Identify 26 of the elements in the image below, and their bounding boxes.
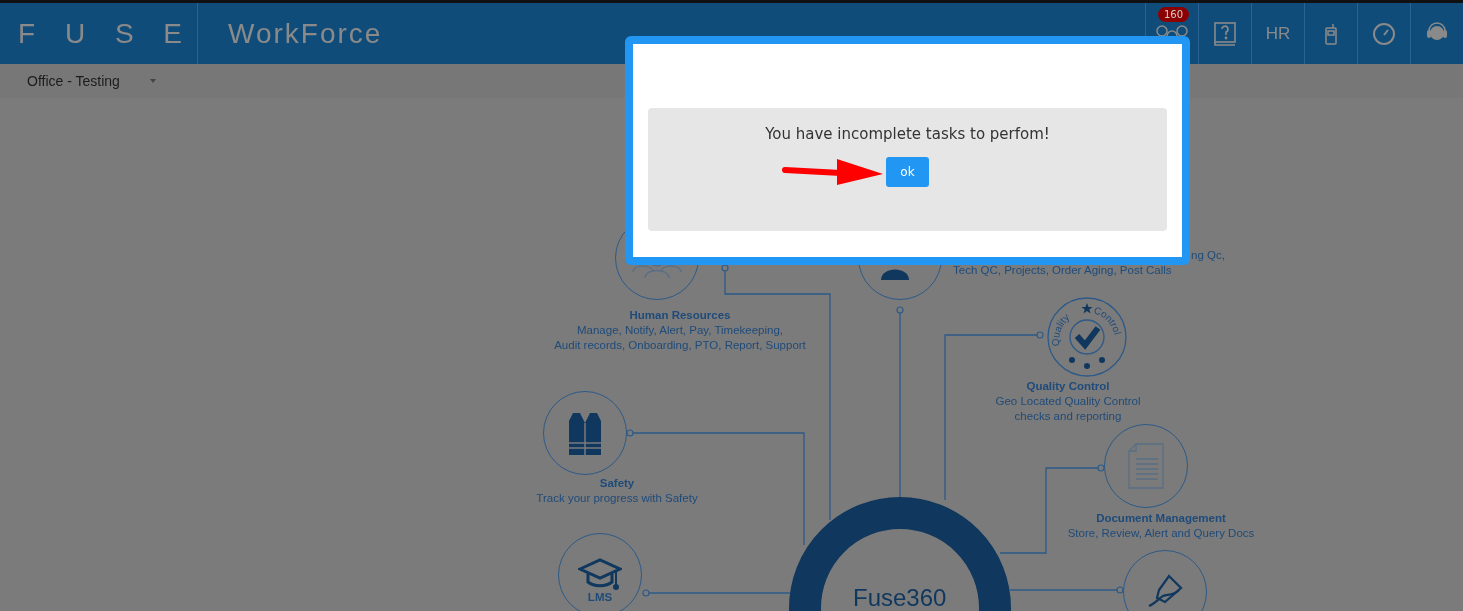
module-description: Track your progress with Safety <box>536 491 698 506</box>
phone-icon <box>1324 22 1338 45</box>
module-title: Document Management <box>1095 511 1227 526</box>
center-label: Fuse360 <box>853 584 947 611</box>
module-description: Manage, Notify, Alert, Pay, Timekeeping, <box>575 323 784 338</box>
dialog-message: You have incomplete tasks to perfom! <box>765 125 1050 143</box>
module-description: Store, Review, Alert and Query Docs <box>1067 526 1255 541</box>
module-title: Human Resources <box>628 308 732 323</box>
module-description: Geo Located Quality Control <box>995 394 1141 409</box>
module-title: Quality Control <box>1025 379 1111 394</box>
gauge-icon <box>1372 21 1396 46</box>
document-icon <box>1128 443 1164 489</box>
graduation-cap-icon <box>578 557 622 593</box>
module-description: Tech QC, Projects, Order Aging, Post Calls <box>953 263 1173 278</box>
module-circle[interactable] <box>1123 550 1207 611</box>
office-dropdown[interactable]: Office - Testing <box>27 73 156 89</box>
app-name: WorkForce <box>228 17 383 50</box>
module-description: ng Qc, <box>1190 248 1225 263</box>
module-title: LMS <box>587 590 613 605</box>
module-description: checks and reporting <box>1013 409 1123 424</box>
caret-icon <box>149 79 156 83</box>
ok-button[interactable]: ok <box>886 157 929 187</box>
module-description: Audit records, Onboarding, PTO, Report, Support <box>554 338 806 353</box>
notification-badge: 160 <box>1158 7 1190 22</box>
module-title: Safety <box>598 476 636 491</box>
help-book-icon <box>1212 20 1238 47</box>
